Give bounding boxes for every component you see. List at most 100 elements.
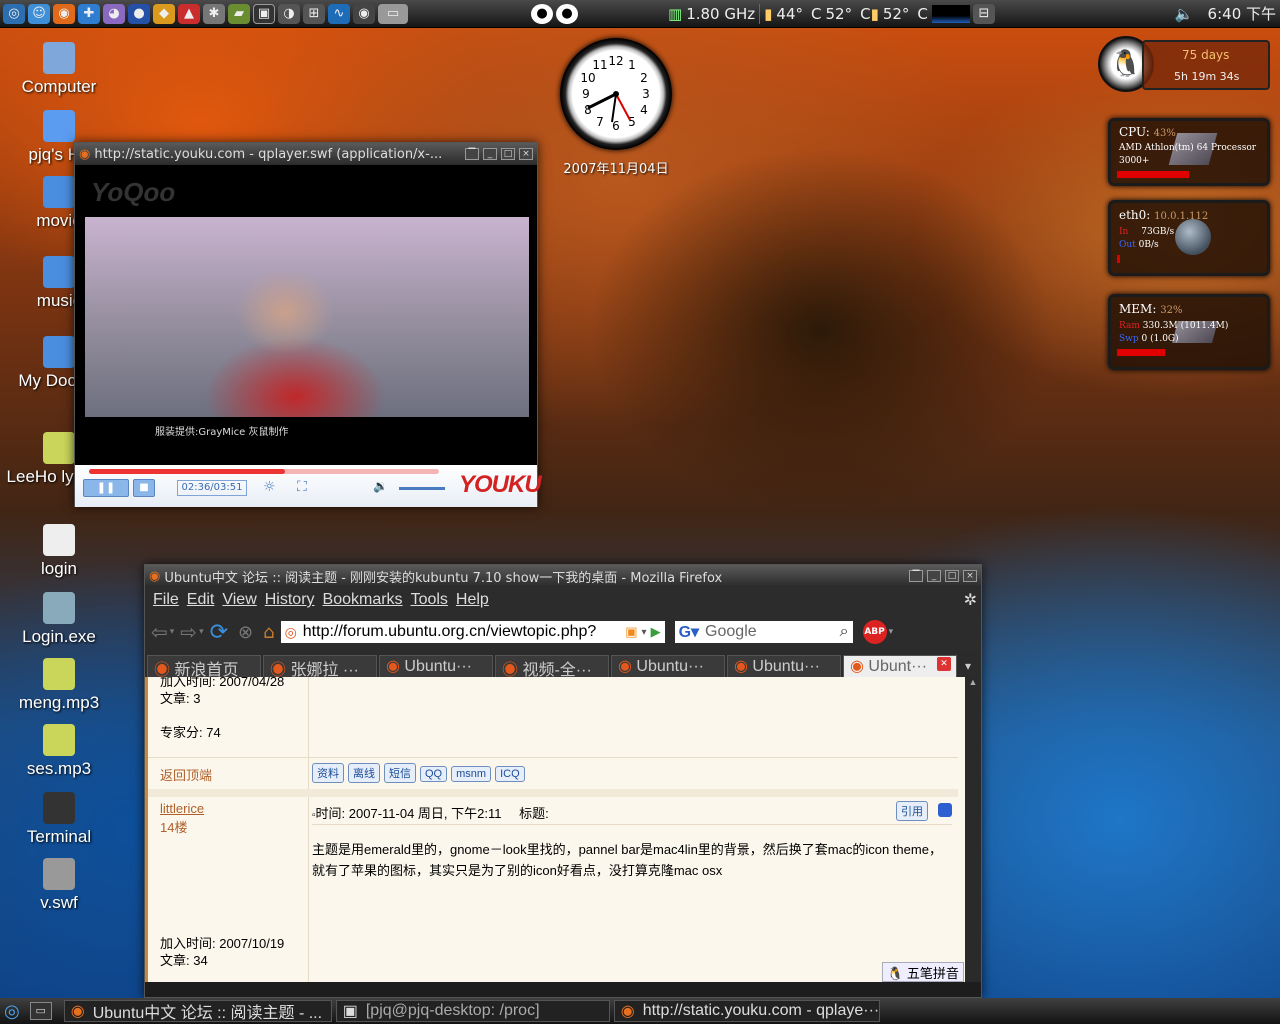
- globe-icon[interactable]: ●: [128, 3, 150, 24]
- volume-slider[interactable]: [399, 487, 445, 490]
- profile-button[interactable]: 离线: [348, 763, 380, 783]
- desktop-icon[interactable]: meng.mp3: [4, 658, 114, 714]
- reload-icon[interactable]: ⟳: [210, 620, 228, 645]
- google-icon[interactable]: G▾: [679, 622, 699, 642]
- browser-tab[interactable]: ◉ 视频-全···: [495, 655, 609, 677]
- profile-button[interactable]: msnm: [451, 766, 492, 782]
- folder-icon: [43, 256, 75, 288]
- firefox-titlebar[interactable]: ◉ Ubuntu中文 论坛 :: 阅读主题 - 刚刚安装的kubuntu 7.1…: [145, 565, 981, 587]
- app-icon[interactable]: ✚: [78, 3, 100, 24]
- profile-button[interactable]: QQ: [420, 766, 448, 782]
- close-button[interactable]: ×: [519, 148, 533, 160]
- menu-history[interactable]: History: [265, 591, 315, 609]
- menu-bookmarks[interactable]: Bookmarks: [323, 591, 403, 609]
- cpu-title: CPU:: [1119, 125, 1150, 139]
- audio-file-icon: [43, 658, 75, 690]
- kde-menu-icon[interactable]: ◎: [3, 3, 25, 24]
- url-dropdown-icon[interactable]: ▾: [642, 627, 647, 638]
- desktop-icon[interactable]: v.swf: [4, 858, 114, 914]
- browser-tab[interactable]: ◉ Ubuntu···: [379, 655, 493, 677]
- desktop-icon[interactable]: Login.exe: [4, 592, 114, 648]
- profile-button[interactable]: 短信: [384, 763, 416, 783]
- browser-tab[interactable]: ◉ 新浪首页: [147, 655, 261, 677]
- minimize-button[interactable]: _: [927, 570, 941, 582]
- eyes-icon[interactable]: ◑: [278, 3, 300, 24]
- taskbar-item-firefox[interactable]: ◉ Ubuntu中文 论坛 :: 阅读主题 - ...: [63, 1000, 332, 1022]
- menu-edit[interactable]: Edit: [187, 591, 215, 609]
- monitor-icon[interactable]: ∿: [328, 3, 350, 24]
- maximize-button[interactable]: □: [945, 570, 959, 582]
- kde-menu-icon[interactable]: ◎: [4, 1001, 20, 1022]
- panel-clock[interactable]: 6:40 下午: [1208, 3, 1276, 24]
- browser-tab[interactable]: ◉ Ubuntu···: [727, 655, 841, 677]
- url-bar[interactable]: ◎ http://forum.ubuntu.org.cn/viewtopic.p…: [280, 621, 665, 643]
- finder-icon[interactable]: ☺: [28, 3, 50, 24]
- settings-icon[interactable]: ☼: [263, 479, 276, 495]
- search-bar[interactable]: G▾ Google ⌕: [674, 621, 853, 643]
- menu-file[interactable]: File: [153, 591, 179, 609]
- firefox-icon[interactable]: ◉: [53, 3, 75, 24]
- back-icon[interactable]: ⇦: [151, 620, 168, 644]
- profile-button[interactable]: ICQ: [495, 766, 525, 782]
- forward-icon[interactable]: ⇨: [180, 620, 197, 644]
- puzzle-icon[interactable]: ✱: [203, 3, 225, 24]
- close-button[interactable]: ×: [963, 570, 977, 582]
- menu-tools[interactable]: Tools: [411, 591, 448, 609]
- forward-dropdown-icon[interactable]: ▾: [199, 627, 204, 637]
- quote-button[interactable]: 引用: [896, 801, 928, 821]
- network-monitor-icon[interactable]: ⊟: [972, 3, 995, 24]
- taskbar-item-terminal[interactable]: ▣ [pjq@pjq-desktop: /proc]: [335, 1000, 610, 1022]
- post2-author[interactable]: littlerice: [160, 801, 204, 816]
- stop-button[interactable]: ■: [133, 479, 155, 497]
- ime-indicator[interactable]: 🐧 五笔拼音: [882, 962, 964, 982]
- stop-icon[interactable]: ⊗: [238, 622, 253, 643]
- tab-close-icon[interactable]: ✕: [937, 657, 951, 671]
- home-icon[interactable]: ⌂: [263, 622, 274, 643]
- emoticon-icon[interactable]: ▭: [378, 3, 408, 24]
- tab-list-icon[interactable]: ▾: [965, 659, 971, 673]
- fullscreen-icon[interactable]: ⛶: [297, 479, 307, 495]
- player-title: http://static.youku.com - qplayer.swf (a…: [94, 146, 443, 162]
- shade-button[interactable]: ▔: [909, 570, 923, 582]
- browser-tab[interactable]: ◉ Ubuntu···: [611, 655, 725, 677]
- profile-button[interactable]: 资料: [312, 763, 344, 783]
- vertical-scrollbar[interactable]: ▲: [965, 677, 981, 982]
- menu-help[interactable]: Help: [456, 591, 489, 609]
- desktop-icon[interactable]: login: [4, 524, 114, 580]
- volume-icon[interactable]: 🔉: [373, 479, 388, 493]
- search-icon[interactable]: ⌕: [840, 623, 849, 641]
- post2-posts: 文章: 34: [160, 953, 208, 968]
- scroll-up-arrow[interactable]: ▲: [965, 677, 981, 687]
- menu-view[interactable]: View: [222, 591, 256, 609]
- show-desktop-icon[interactable]: ▭: [29, 1002, 52, 1020]
- paint-icon[interactable]: ▲: [178, 3, 200, 24]
- shade-button[interactable]: ▔: [465, 148, 479, 160]
- desktop-icon[interactable]: Computer: [4, 42, 114, 98]
- taskbar-item-player[interactable]: ◉ http://static.youku.com - qplaye···: [613, 1000, 880, 1022]
- blue-square-icon[interactable]: [938, 803, 952, 817]
- desktop-icon[interactable]: Terminal: [4, 792, 114, 848]
- maximize-button[interactable]: □: [501, 148, 515, 160]
- shield-icon[interactable]: ◆: [153, 3, 175, 24]
- adblock-dropdown-icon[interactable]: ▾: [889, 627, 894, 637]
- desktop-icon[interactable]: ses.mp3: [4, 724, 114, 780]
- player-titlebar[interactable]: ◉ http://static.youku.com - qplayer.swf …: [75, 143, 537, 165]
- go-icon[interactable]: ▶: [651, 624, 661, 640]
- back-dropdown-icon[interactable]: ▾: [170, 627, 175, 637]
- play-pause-button[interactable]: ❚❚: [83, 479, 129, 497]
- svg-text:9: 9: [582, 87, 590, 101]
- terminal-icon[interactable]: ▣: [253, 3, 275, 24]
- minimize-button[interactable]: _: [483, 148, 497, 160]
- back-to-top-link[interactable]: 返回顶端: [160, 765, 212, 784]
- record-icon[interactable]: ◉: [353, 3, 375, 24]
- rss-icon[interactable]: ▣: [625, 624, 637, 640]
- pidgin-icon[interactable]: ◕: [103, 3, 125, 24]
- post2-subject-label: 标题:: [519, 806, 549, 821]
- network-icon[interactable]: ⊞: [303, 3, 325, 24]
- adblock-icon[interactable]: ABP: [862, 620, 887, 644]
- seek-track[interactable]: [89, 469, 439, 474]
- video-area[interactable]: YoQoo 服装提供:GrayMice 灰鼠制作: [75, 165, 537, 465]
- book-icon[interactable]: ▰: [228, 3, 250, 24]
- browser-tab[interactable]: ◉ 张娜拉 ···: [263, 655, 377, 677]
- volume-icon[interactable]: 🔈: [1175, 5, 1194, 23]
